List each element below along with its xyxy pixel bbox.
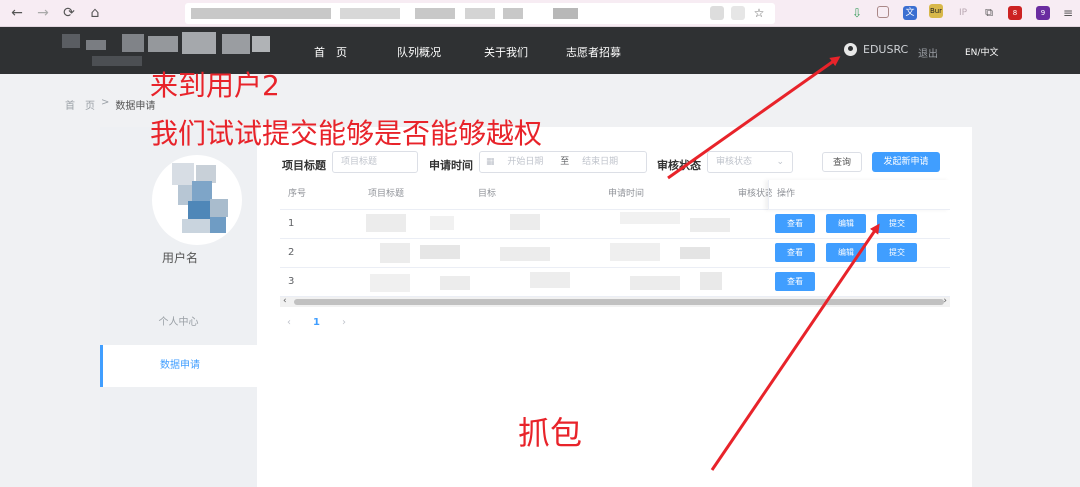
review-status-select[interactable]: 审核状态 ⌄: [707, 151, 793, 173]
page-number[interactable]: 1: [313, 317, 320, 328]
start-date-placeholder: 开始日期: [507, 157, 544, 167]
reload-icon[interactable]: ⟳: [60, 4, 78, 22]
sidebar-item-data-apply[interactable]: 数据申请: [100, 345, 257, 387]
review-status-placeholder: 审核状态: [716, 157, 753, 167]
date-range-input[interactable]: ▦ 开始日期 至 结束日期: [479, 151, 647, 173]
calendar-icon: ▦: [486, 157, 495, 167]
scroll-right-icon[interactable]: ›: [943, 296, 947, 306]
annotation-capture: 抓包: [518, 414, 583, 452]
browser-toolbar: ← → ⟳ ⌂ ☆ ⇩ 文 Bur IP ⧉ 8 9 ≡: [0, 0, 1080, 27]
nav-queue-overview[interactable]: 队列概况: [397, 44, 441, 60]
address-bar[interactable]: ☆: [185, 3, 775, 24]
scroll-thumb[interactable]: [294, 299, 944, 305]
table-row: 2 查看 编辑 提交: [280, 239, 950, 268]
col-header-actions: 操作: [768, 180, 950, 210]
breadcrumb: 首 页 > 数据申请: [65, 97, 155, 112]
main-panel: 项目标题 项目标题 申请时间 ▦ 开始日期 至 结束日期 审核状态 审核状态 ⌄…: [257, 127, 972, 487]
edit-button[interactable]: 编辑: [826, 214, 866, 233]
back-icon[interactable]: ←: [8, 4, 26, 22]
chevron-down-icon: ⌄: [776, 157, 784, 167]
col-header-index: 序号: [280, 180, 360, 210]
apply-time-label: 申请时间: [429, 159, 473, 172]
sidebar: 用户名 个人中心 数据申请: [100, 127, 257, 487]
prev-page-button[interactable]: ‹: [287, 317, 291, 328]
sidebar-item-personal-center[interactable]: 个人中心: [100, 302, 257, 344]
row-index: 3: [288, 276, 295, 287]
annotation-user2: 来到用户2: [150, 69, 280, 102]
ip-icon[interactable]: IP: [956, 6, 970, 20]
sidebar-username: 用户名: [162, 251, 199, 265]
logout-link[interactable]: 退出: [918, 45, 938, 60]
nav-about-us[interactable]: 关于我们: [484, 44, 528, 60]
table-row: 3 查看: [280, 268, 950, 297]
end-date-placeholder: 结束日期: [582, 157, 619, 167]
nav-volunteer[interactable]: 志愿者招募: [566, 44, 621, 60]
project-title-input[interactable]: 项目标题: [332, 151, 418, 173]
submit-button[interactable]: 提交: [877, 243, 917, 262]
row-index: 1: [288, 218, 295, 229]
view-button[interactable]: 查看: [775, 214, 815, 233]
home-icon[interactable]: ⌂: [86, 4, 104, 22]
date-range-separator: 至: [560, 157, 570, 167]
project-title-label: 项目标题: [282, 159, 326, 172]
translate-icon[interactable]: 文: [903, 6, 917, 20]
download-icon[interactable]: ⇩: [850, 6, 864, 20]
review-status-label: 审核状态: [657, 159, 701, 172]
query-button[interactable]: 查询: [822, 152, 862, 172]
submit-button[interactable]: 提交: [877, 214, 917, 233]
translate-page-icon[interactable]: [731, 6, 745, 20]
user-menu[interactable]: EDUSRC: [844, 43, 908, 56]
view-button[interactable]: 查看: [775, 243, 815, 262]
table-row: 1 查看 编辑 提交: [280, 210, 950, 239]
new-apply-button[interactable]: 发起新申请: [872, 152, 940, 172]
col-header-target: 目标: [470, 180, 600, 210]
breadcrumb-home[interactable]: 首 页: [65, 97, 95, 112]
nav-home[interactable]: 首 页: [314, 44, 347, 60]
scroll-left-icon[interactable]: ‹: [283, 296, 287, 306]
breadcrumb-separator: >: [101, 97, 110, 108]
row-index: 2: [288, 247, 295, 258]
qr-icon[interactable]: [710, 6, 724, 20]
col-header-title: 项目标题: [360, 180, 470, 210]
avatar: [152, 155, 242, 245]
forward-icon[interactable]: →: [34, 4, 52, 22]
shield-ext-icon[interactable]: 9: [1036, 6, 1050, 20]
user-icon: [844, 43, 857, 56]
puzzle-icon[interactable]: ⧉: [982, 6, 996, 20]
pagination: ‹ 1 ›: [287, 317, 346, 328]
language-switch[interactable]: EN/中文: [965, 45, 998, 58]
username-label: EDUSRC: [863, 43, 909, 56]
col-header-apply-time: 申请时间: [600, 180, 730, 210]
annotation-privilege-test: 我们试试提交能够是否能够越权: [150, 117, 543, 150]
edit-button[interactable]: 编辑: [826, 243, 866, 262]
horizontal-scrollbar[interactable]: ‹ ›: [280, 296, 950, 307]
view-button[interactable]: 查看: [775, 272, 815, 291]
col-header-review-status: 审核状态: [730, 180, 772, 210]
burp-icon[interactable]: Bur: [929, 4, 943, 18]
next-page-button[interactable]: ›: [342, 317, 346, 328]
reader-icon[interactable]: [877, 6, 889, 18]
menu-icon[interactable]: ≡: [1061, 6, 1075, 20]
notify-icon[interactable]: 8: [1008, 6, 1022, 20]
star-icon[interactable]: ☆: [752, 6, 766, 20]
